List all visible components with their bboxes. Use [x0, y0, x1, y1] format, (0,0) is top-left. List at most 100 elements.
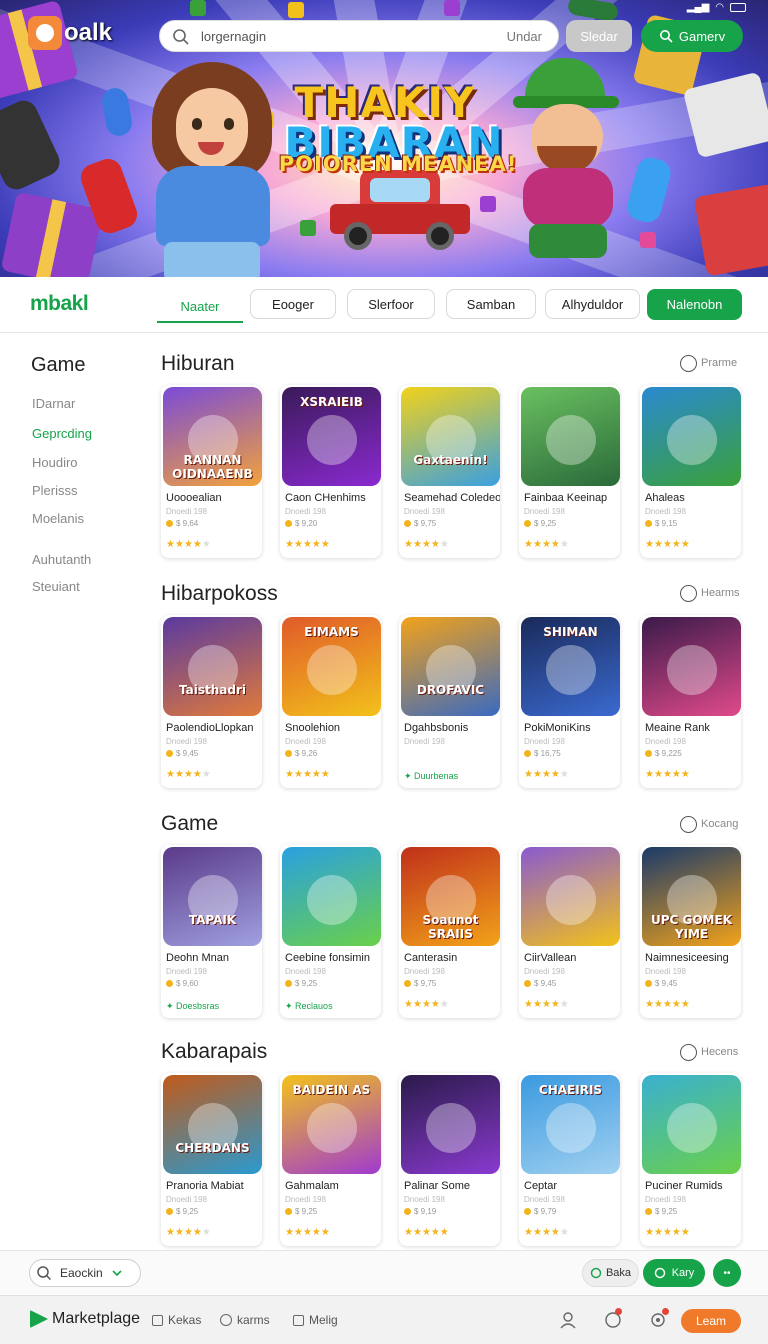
- game-thumbnail[interactable]: XSRAIEIB: [282, 387, 381, 486]
- star-icon: ★: [293, 539, 303, 550]
- search-icon: [173, 29, 189, 45]
- sidebar-item[interactable]: Houdiro: [32, 455, 78, 470]
- login-button[interactable]: Leam: [681, 1309, 741, 1333]
- game-thumbnail[interactable]: SHIMAN: [521, 617, 620, 716]
- game-search-button[interactable]: Gamerv: [641, 20, 743, 52]
- game-name: Puciner Rumids: [645, 1180, 723, 1192]
- tab-3[interactable]: Samban: [446, 289, 536, 319]
- game-subtitle: Dnoedi 198: [285, 1195, 326, 1204]
- game-price: $ 9,79: [524, 1207, 556, 1216]
- footer-item-karms[interactable]: karms: [220, 1313, 270, 1327]
- game-card[interactable]: CHERDANS Pranoria Mabiat Dnoedi 198 $ 9,25 ★…: [161, 1073, 262, 1246]
- sidebar-item-active[interactable]: Geprcding: [32, 426, 92, 441]
- footer-brand[interactable]: Marketplage: [30, 1310, 140, 1328]
- game-thumbnail[interactable]: [521, 387, 620, 486]
- star-icon: ★: [524, 769, 533, 780]
- section-title: Kabarapais: [161, 1040, 268, 1063]
- search-input[interactable]: lorgernagin Undar: [159, 20, 559, 52]
- star-icon: ★: [201, 769, 211, 780]
- game-price: $ 16,75: [524, 749, 561, 758]
- game-name: Canterasin: [404, 952, 458, 964]
- game-price: $ 9,64: [166, 519, 198, 528]
- see-more-link[interactable]: Prarme: [680, 354, 737, 372]
- game-card[interactable]: RANNAN OIDNAAENB Uoooealian Dnoedi 198 $ 9,…: [161, 385, 262, 558]
- nav-cta-button[interactable]: Nalenobn: [647, 289, 742, 320]
- game-card[interactable]: Ahaleas Dnoedi 198 $ 9,15 ★★★★★: [640, 385, 741, 558]
- game-card[interactable]: XSRAIEIB Caon CHenhims Dnoedi 198 $ 9,20 ★★★…: [280, 385, 381, 558]
- game-card[interactable]: Taisthadri PaolendioLlopkan Dnoedi 198 $ 9,…: [161, 615, 262, 788]
- tab-active[interactable]: Naater: [157, 291, 243, 323]
- kary-button[interactable]: Kary: [643, 1259, 705, 1287]
- coin-icon: [645, 1208, 652, 1215]
- game-thumbnail[interactable]: [401, 1075, 500, 1174]
- game-card[interactable]: Soaunot SRAIIS Canterasin Dnoedi 198 $ 9,75…: [399, 845, 500, 1018]
- game-thumbnail[interactable]: Taisthadri: [163, 617, 262, 716]
- game-thumbnail[interactable]: CHERDANS: [163, 1075, 262, 1174]
- game-card[interactable]: EIMAMS Snoolehion Dnoedi 198 $ 9,26 ★★★★★: [280, 615, 381, 788]
- baka-button[interactable]: Baka: [582, 1259, 639, 1287]
- cube-decoration: [288, 2, 304, 18]
- coin-icon: [285, 1208, 292, 1215]
- game-price-value: $ 9,79: [534, 1207, 557, 1216]
- more-options-button[interactable]: ••: [713, 1259, 741, 1287]
- app-logo[interactable]: oalk: [28, 16, 112, 50]
- game-card[interactable]: Palinar Some Dnoedi 198 $ 9,19 ★★★★★: [399, 1073, 500, 1246]
- sidebar-title: Game: [31, 354, 86, 376]
- see-more-link[interactable]: Kocang: [680, 815, 738, 833]
- footer-item-melig[interactable]: Melig: [293, 1313, 338, 1327]
- game-thumbnail[interactable]: [642, 387, 741, 486]
- game-thumbnail[interactable]: BAIDEIN AS: [282, 1075, 381, 1174]
- game-card[interactable]: BAIDEIN AS Gahmalam Dnoedi 198 $ 9,25 ★★★★★: [280, 1073, 381, 1246]
- game-card[interactable]: Fainbaa Keeinap Dnoedi 198 $ 9,25 ★★★★★: [519, 385, 620, 558]
- game-card[interactable]: Gaxtaenin! Seamehad Coledeo Dnoedi 198 $ 9,…: [399, 385, 500, 558]
- game-thumbnail[interactable]: Soaunot SRAIIS: [401, 847, 500, 946]
- game-card[interactable]: Ceebine fonsimin Dnoedi 198 $ 9,25 ✦ Reclau…: [280, 845, 381, 1018]
- see-more-link[interactable]: Hecens: [680, 1043, 738, 1061]
- tab-2[interactable]: Slerfoor: [347, 289, 435, 319]
- star-rating: ★★★★★: [524, 539, 569, 550]
- user-icon[interactable]: [558, 1310, 578, 1330]
- game-thumbnail[interactable]: DROFAVIC: [401, 617, 500, 716]
- plus-icon: ✦: [285, 1001, 296, 1011]
- game-card[interactable]: TAPAIK Deohn Mnan Dnoedi 198 $ 9,60 ✦ Doesbs…: [161, 845, 262, 1018]
- game-card[interactable]: DROFAVIC Dgahbsbonis Dnoedi 198 ✦ Duurbenas: [399, 615, 500, 788]
- game-thumbnail[interactable]: CHAEIRIS: [521, 1075, 620, 1174]
- game-price-value: $ 9,225: [655, 749, 682, 758]
- game-card[interactable]: UPC GOMEK YIME Naimnesiceesing Dnoedi 198 $…: [640, 845, 741, 1018]
- sidebar-item[interactable]: Auhutanth: [32, 552, 91, 567]
- tab-4[interactable]: Alhyduldor: [545, 289, 640, 319]
- game-thumbnail[interactable]: EIMAMS: [282, 617, 381, 716]
- star-icon: ★: [320, 1227, 330, 1238]
- sidebar-item[interactable]: Moelanis: [32, 511, 84, 526]
- game-thumbnail[interactable]: Gaxtaenin!: [401, 387, 500, 486]
- star-icon: ★: [311, 769, 321, 780]
- game-card[interactable]: SHIMAN PokiMoniKins Dnoedi 198 $ 16,75 ★★★★★: [519, 615, 620, 788]
- coin-icon: [524, 520, 531, 527]
- game-thumbnail[interactable]: UPC GOMEK YIME: [642, 847, 741, 946]
- tab-1[interactable]: Eooger: [250, 289, 336, 319]
- game-card[interactable]: CHAEIRIS Ceptar Dnoedi 198 $ 9,79 ★★★★★: [519, 1073, 620, 1246]
- game-thumbnail[interactable]: [521, 847, 620, 946]
- game-card[interactable]: Meaine Rank Dnoedi 198 $ 9,225 ★★★★★: [640, 615, 741, 788]
- game-thumbnail[interactable]: [282, 847, 381, 946]
- footer-item-kekas[interactable]: Kekas: [152, 1313, 201, 1327]
- sidebar-item[interactable]: IDarnar: [32, 396, 75, 411]
- game-thumbnail[interactable]: TAPAIK: [163, 847, 262, 946]
- thumbnail-text: BAIDEIN AS: [292, 1083, 371, 1097]
- game-thumbnail[interactable]: [642, 617, 741, 716]
- filter-select[interactable]: Eaockin: [29, 1259, 141, 1287]
- sidebar-item[interactable]: Steuiant: [32, 579, 80, 594]
- coin-icon: [404, 520, 411, 527]
- game-card[interactable]: Puciner Rumids Dnoedi 198 $ 9,25 ★★★★★: [640, 1073, 741, 1246]
- game-thumbnail[interactable]: [642, 1075, 741, 1174]
- see-more-link[interactable]: Hearms: [680, 584, 740, 602]
- sidebar-item[interactable]: Plerisss: [32, 483, 78, 498]
- slider-button[interactable]: Sledar: [566, 20, 632, 52]
- coin-icon: [524, 1208, 531, 1215]
- game-card[interactable]: CiirVallean Dnoedi 198 $ 9,45 ★★★★★: [519, 845, 620, 1018]
- battery-icon: [730, 3, 746, 12]
- game-price-value: $ 16,75: [534, 749, 561, 758]
- game-thumbnail[interactable]: RANNAN OIDNAAENB: [163, 387, 262, 486]
- game-subtitle: Dnoedi 198: [285, 737, 326, 746]
- brand-name[interactable]: mbakl: [30, 292, 89, 316]
